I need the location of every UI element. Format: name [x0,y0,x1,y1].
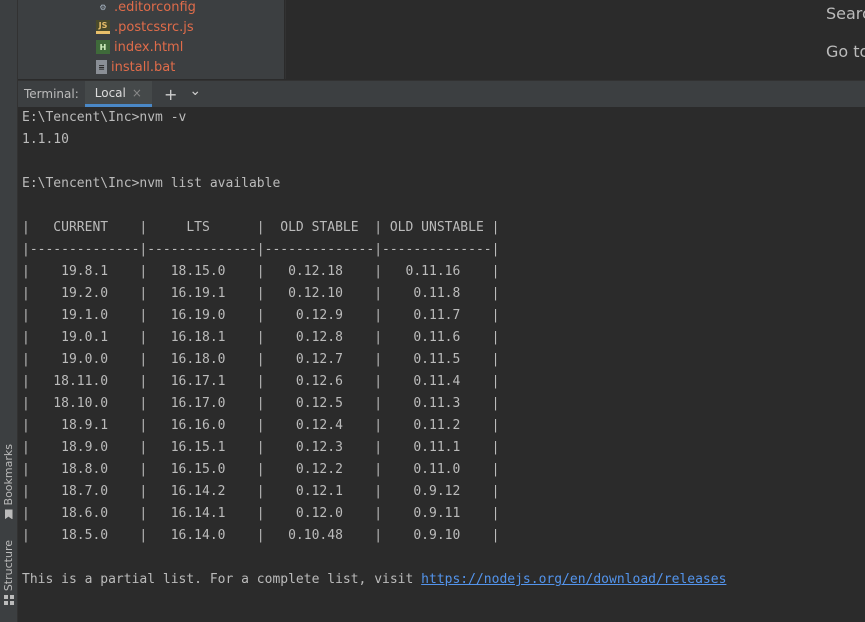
table-row: | 18.9.1 | 16.16.0 | 0.12.4 | 0.11.2 | [22,418,500,433]
file-name: index.html [114,39,184,55]
close-icon[interactable]: × [132,86,142,100]
table-row: | 19.2.0 | 16.19.1 | 0.12.10 | 0.11.8 | [22,286,500,301]
table-row: | 18.9.0 | 16.15.1 | 0.12.3 | 0.11.1 | [22,440,500,455]
structure-tab-label: Structure [2,540,15,592]
gear-icon: ⚙ [99,2,107,12]
file-name: install.bat [111,59,176,75]
left-tool-strip: Bookmarks Structure [0,0,18,622]
terminal-footer-line: This is a partial list. For a complete l… [22,569,726,591]
table-row: | 19.0.0 | 16.18.0 | 0.12.7 | 0.11.5 | [22,352,500,367]
table-row: | 18.11.0 | 16.17.1 | 0.12.6 | 0.11.4 | [22,374,500,389]
table-row: | 18.8.0 | 16.15.0 | 0.12.2 | 0.11.0 | [22,462,500,477]
terminal-tab-bar: Terminal: Local × + ⌄ [18,80,865,108]
search-everywhere-hint: Searc [826,4,865,23]
new-tab-button[interactable]: + [164,85,177,104]
ide-window: Bookmarks Structure ⚙ .editorconfig JS .… [0,0,865,622]
releases-link[interactable]: https://nodejs.org/en/download/releases [421,572,726,587]
terminal-line: E:\Tencent\Inc>nvm -v [22,110,187,125]
terminal-output[interactable]: E:\Tencent\Inc>nvm -v 1.1.10 E:\Tencent\… [18,107,865,622]
structure-tool-tab[interactable]: Structure [0,540,17,606]
table-separator-row: |--------------|--------------|---------… [22,242,500,257]
table-row: | 18.7.0 | 16.14.2 | 0.12.1 | 0.9.12 | [22,484,500,499]
html-file-icon: H [96,40,110,54]
project-tree: ⚙ .editorconfig JS .postcssrc.js H index… [18,0,284,79]
tree-item-index-html[interactable]: H index.html [96,37,183,57]
bookmarks-tool-tab[interactable]: Bookmarks [0,444,17,520]
table-row: | 19.8.1 | 18.15.0 | 0.12.18 | 0.11.16 | [22,264,500,279]
file-name: .editorconfig [114,0,196,15]
chevron-down-icon[interactable]: ⌄ [189,83,201,99]
terminal-title: Terminal: [24,87,79,101]
tab-local[interactable]: Local × [84,81,152,107]
table-row: | 18.5.0 | 16.14.0 | 0.10.48 | 0.9.10 | [22,528,500,543]
table-row: | 18.6.0 | 16.14.1 | 0.12.0 | 0.9.11 | [22,506,500,521]
bookmark-icon [4,509,13,520]
editor-empty-area: Searc Go to [285,0,865,79]
bat-file-icon: ≡ [96,60,107,74]
bookmarks-tab-label: Bookmarks [2,444,15,506]
file-name: .postcssrc.js [114,19,194,35]
table-row: | 19.0.1 | 16.18.1 | 0.12.8 | 0.11.6 | [22,330,500,345]
tree-item-postcssrc[interactable]: JS .postcssrc.js [96,17,194,37]
table-header-row: | CURRENT | LTS | OLD STABLE | OLD UNSTA… [22,220,500,235]
js-file-icon: JS [96,20,110,34]
table-row: | 18.10.0 | 16.17.0 | 0.12.5 | 0.11.3 | [22,396,500,411]
table-row: | 19.1.0 | 16.19.0 | 0.12.9 | 0.11.7 | [22,308,500,323]
terminal-line: E:\Tencent\Inc>nvm list available [22,176,281,191]
go-to-file-hint: Go to [826,42,865,61]
terminal-line: 1.1.10 [22,132,69,147]
structure-icon [3,595,14,606]
tab-local-label: Local [94,85,126,100]
footer-text: This is a partial list. For a complete l… [22,572,422,587]
tree-item-editorconfig[interactable]: ⚙ .editorconfig [96,0,196,17]
tree-item-install-bat[interactable]: ≡ install.bat [96,57,175,77]
